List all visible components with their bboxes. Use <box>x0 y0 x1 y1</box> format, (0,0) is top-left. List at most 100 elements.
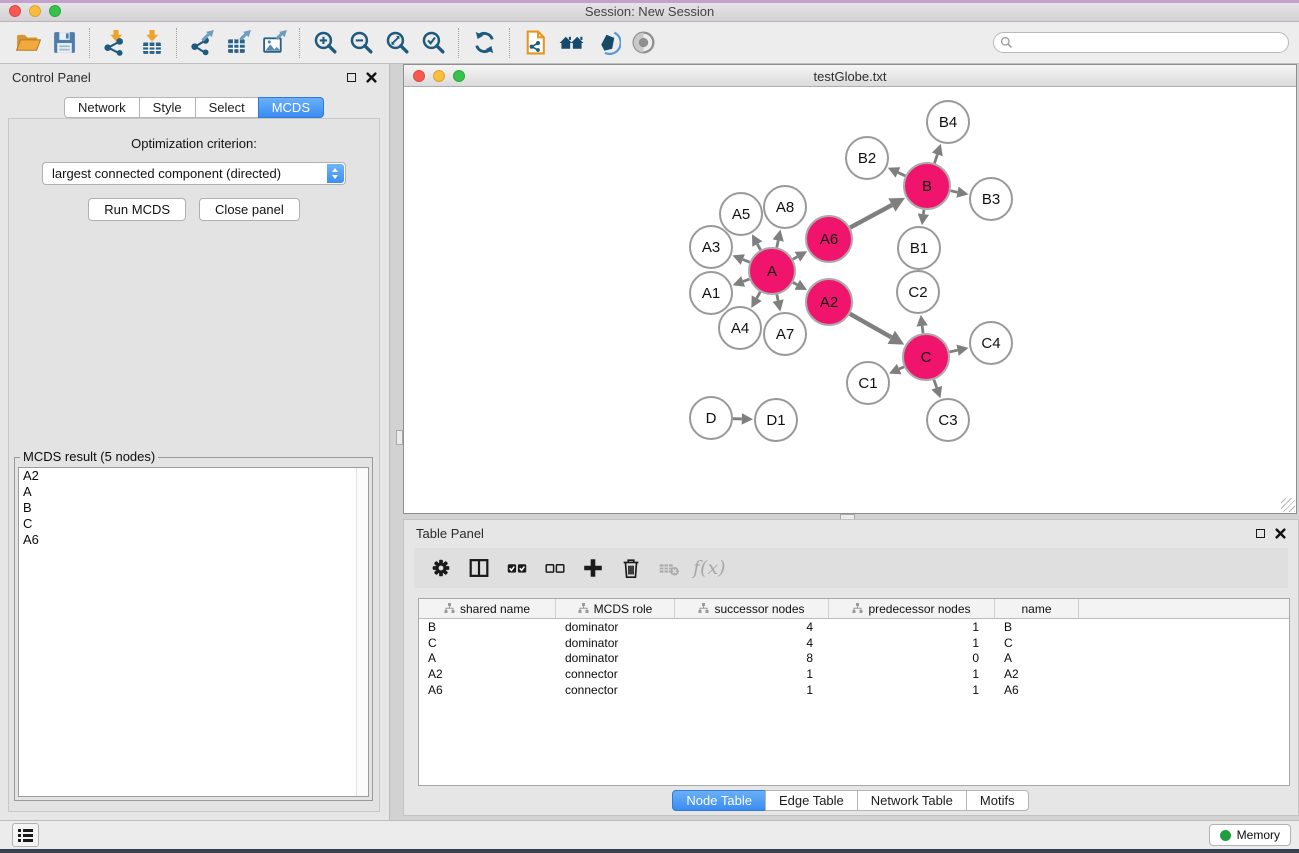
tab-select[interactable]: Select <box>195 97 259 118</box>
mcds-result-list[interactable]: A2ABCA6 <box>18 467 369 797</box>
export-table-button[interactable] <box>220 25 256 61</box>
table-row[interactable]: A6connector11A6 <box>419 682 1289 698</box>
table-row[interactable]: Bdominator41B <box>419 619 1289 635</box>
export-image-icon <box>261 29 288 56</box>
mcds-result-item[interactable]: A2 <box>19 468 368 484</box>
graph-edge[interactable] <box>922 326 923 333</box>
table-toolbar: f(x) <box>414 548 1288 588</box>
mcds-result-item[interactable]: A <box>19 484 368 500</box>
delete-column-button[interactable] <box>617 555 644 582</box>
export-image-button[interactable] <box>256 25 292 61</box>
graph-edge[interactable] <box>777 240 778 247</box>
memory-button[interactable]: Memory <box>1209 824 1291 846</box>
export-network-button[interactable] <box>184 25 220 61</box>
column-header-mcds-role[interactable]: MCDS role <box>556 599 675 618</box>
table-row[interactable]: A2connector11A2 <box>419 666 1289 682</box>
window-titlebar[interactable]: Session: New Session <box>0 0 1299 22</box>
graph-edge[interactable] <box>757 292 761 298</box>
function-builder-button[interactable]: f(x) <box>693 557 726 579</box>
resize-grip-icon[interactable] <box>1281 498 1295 512</box>
close-panel-icon[interactable] <box>1275 528 1286 539</box>
graph-edge[interactable] <box>951 191 958 192</box>
column-type-icon <box>578 603 589 614</box>
criterion-select[interactable]: largest connected component (directed) <box>42 162 346 185</box>
select-all-checkboxes-button[interactable] <box>503 555 530 582</box>
graph-edge-arrow <box>956 345 968 356</box>
graph-edge[interactable] <box>934 380 937 388</box>
network-close-button[interactable] <box>413 70 425 82</box>
table-header: shared name MCDS role successor nodes <box>419 599 1289 619</box>
network-view-window: testGlobe.txt B4B2BB3A5A8A6A3B1AA1C2A2A4… <box>403 64 1297 514</box>
control-panel-tabs: Network Style Select MCDS <box>0 97 389 118</box>
show-graphics-details-button[interactable] <box>625 25 661 61</box>
open-session-button[interactable] <box>10 25 46 61</box>
zoom-out-button[interactable] <box>343 25 379 61</box>
network-minimize-button[interactable] <box>433 70 445 82</box>
graph-edge[interactable] <box>793 257 798 260</box>
double-home-icon <box>558 29 585 56</box>
close-panel-icon[interactable] <box>366 72 377 83</box>
graph-node-label: A6 <box>820 231 838 248</box>
show-column-panel-button[interactable] <box>465 555 492 582</box>
graph-edge[interactable] <box>923 210 924 214</box>
graph-edge[interactable] <box>777 295 778 301</box>
vertical-splitter-handle[interactable] <box>396 430 403 445</box>
close-panel-button[interactable]: Close panel <box>199 198 300 221</box>
task-history-button[interactable] <box>12 823 39 847</box>
graph-edge[interactable] <box>934 154 937 163</box>
graph-edge[interactable] <box>743 260 750 263</box>
graph-node-label: D1 <box>766 412 785 429</box>
network-window-titlebar[interactable]: testGlobe.txt <box>404 65 1296 87</box>
table-cell: B <box>419 620 556 634</box>
tab-style[interactable]: Style <box>139 97 196 118</box>
graph-edge[interactable] <box>757 244 760 250</box>
run-mcds-button[interactable]: Run MCDS <box>88 198 186 221</box>
network-graph: B4B2BB3A5A8A6A3B1AA1C2A2A4A7C4CC1C3DD1 <box>404 88 1296 513</box>
result-list-scrollbar[interactable] <box>356 468 368 796</box>
float-panel-icon[interactable] <box>347 73 356 82</box>
tab-motifs[interactable]: Motifs <box>966 790 1029 811</box>
graph-edge[interactable] <box>793 282 797 284</box>
column-header-successor-nodes[interactable]: successor nodes <box>675 599 829 618</box>
column-header-name[interactable]: name <box>995 599 1079 618</box>
import-network-button[interactable] <box>97 25 133 61</box>
mcds-result-item[interactable]: B <box>19 500 368 516</box>
mcds-result-item[interactable]: C <box>19 516 368 532</box>
column-header-shared-name[interactable]: shared name <box>419 599 556 618</box>
mcds-result-item[interactable]: A6 <box>19 532 368 548</box>
table-row[interactable]: Cdominator41C <box>419 635 1289 651</box>
zoom-selected-button[interactable] <box>415 25 451 61</box>
table-row[interactable]: Adominator80A <box>419 651 1289 667</box>
graph-edge-arrow <box>917 315 928 327</box>
graph-edge[interactable] <box>898 172 905 175</box>
zoom-in-button[interactable] <box>307 25 343 61</box>
apply-preferred-layout-button[interactable] <box>466 25 502 61</box>
tab-node-table[interactable]: Node Table <box>672 790 766 811</box>
new-network-from-selection-button[interactable] <box>517 25 553 61</box>
graph-edge[interactable] <box>899 367 904 369</box>
deselect-all-checkboxes-button[interactable] <box>541 555 568 582</box>
import-table-button[interactable] <box>133 25 169 61</box>
network-canvas[interactable]: B4B2BB3A5A8A6A3B1AA1C2A2A4A7C4CC1C3DD1 <box>404 88 1296 513</box>
hide-labels-button[interactable] <box>589 25 625 61</box>
graph-edge[interactable] <box>949 350 957 352</box>
tab-network[interactable]: Network <box>64 97 140 118</box>
save-session-button[interactable] <box>46 25 82 61</box>
graph-edge[interactable] <box>743 279 749 281</box>
graph-edge[interactable] <box>850 314 891 337</box>
float-panel-icon[interactable] <box>1256 529 1265 538</box>
network-zoom-button[interactable] <box>453 70 465 82</box>
tab-edge-table[interactable]: Edge Table <box>765 790 858 811</box>
search-input[interactable] <box>993 32 1289 53</box>
table-cell: 4 <box>675 636 829 650</box>
column-header-predecessor-nodes[interactable]: predecessor nodes <box>829 599 995 618</box>
graph-edge[interactable] <box>850 205 892 228</box>
zoom-fit-button[interactable] <box>379 25 415 61</box>
delete-table-button[interactable] <box>655 555 682 582</box>
table-settings-button[interactable] <box>427 555 454 582</box>
add-column-button[interactable] <box>579 555 606 582</box>
tab-mcds[interactable]: MCDS <box>258 97 324 118</box>
tab-network-table[interactable]: Network Table <box>857 790 967 811</box>
graph-node-label: B2 <box>858 150 876 167</box>
home-button[interactable] <box>553 25 589 61</box>
